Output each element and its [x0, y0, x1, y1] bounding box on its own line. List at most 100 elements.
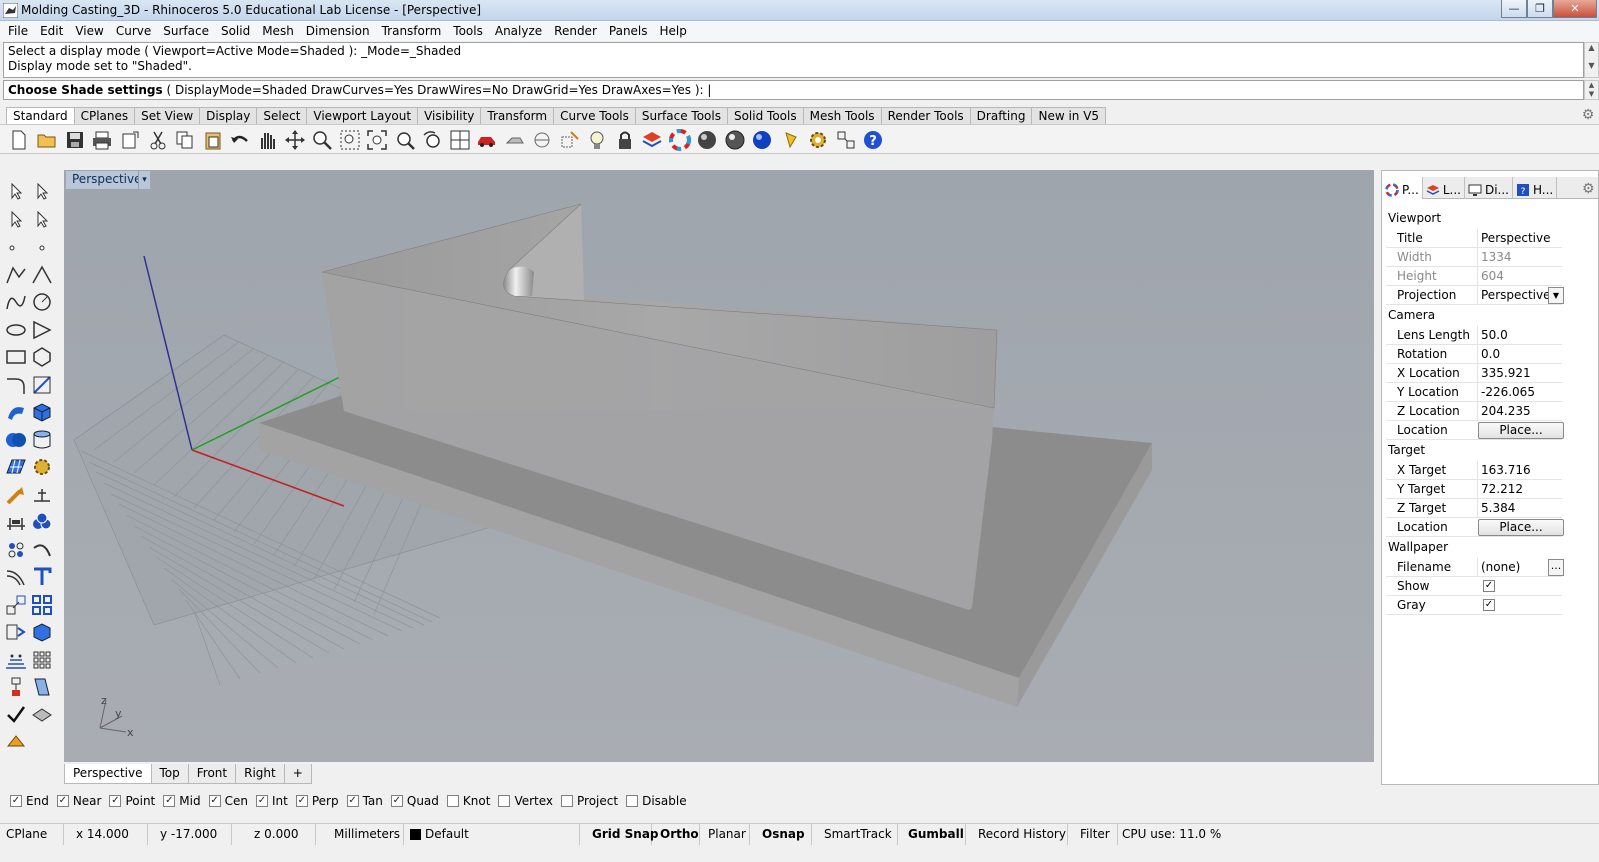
car-icon[interactable] — [476, 129, 498, 151]
rotation-input[interactable]: 0.0 — [1477, 345, 1563, 364]
viewport-tab-right[interactable]: Right — [235, 764, 285, 784]
viewport-tab-perspective[interactable]: Perspective — [64, 764, 152, 784]
osnap-end[interactable]: ✓ End — [10, 791, 49, 811]
snap-icon[interactable] — [559, 129, 581, 151]
menu-transform[interactable]: Transform — [376, 21, 448, 41]
z-location-input[interactable]: 204.235 — [1477, 402, 1563, 421]
rendered-sphere-icon[interactable] — [724, 129, 746, 151]
tab-render-tools[interactable]: Render Tools — [880, 107, 971, 124]
options-gear-icon[interactable] — [807, 129, 829, 151]
array-icon[interactable] — [30, 593, 54, 617]
zoom-extents-icon[interactable] — [366, 129, 388, 151]
tab-cplanes[interactable]: CPlanes — [73, 107, 136, 124]
smarttrack-toggle[interactable]: SmartTrack — [812, 824, 898, 845]
tab-display[interactable]: Display — [199, 107, 258, 124]
osnap-knot-checkbox[interactable] — [446, 795, 459, 807]
z-target-input[interactable]: 5.384 — [1477, 499, 1563, 518]
osnap-vertex[interactable]: Vertex — [498, 791, 553, 811]
tab-select[interactable]: Select — [256, 107, 308, 124]
tab-curve-tools[interactable]: Curve Tools — [553, 107, 636, 124]
cut-icon[interactable] — [147, 129, 169, 151]
panel-tab-layers[interactable]: L... — [1423, 177, 1465, 199]
copy-icon[interactable] — [174, 129, 196, 151]
osnap-disable-checkbox[interactable] — [626, 795, 639, 807]
bend-icon[interactable] — [30, 675, 54, 699]
panel-settings-gear-icon[interactable]: ⚙ — [1582, 181, 1598, 197]
osnap-project-checkbox[interactable] — [561, 795, 574, 807]
line-icon[interactable] — [30, 263, 54, 287]
rhino-app-icon[interactable] — [3, 3, 18, 18]
osnap-near-checkbox[interactable]: ✓ — [56, 795, 69, 807]
grid-array-icon[interactable] — [30, 648, 54, 672]
group-icon[interactable] — [4, 538, 28, 562]
osnap-cen[interactable]: ✓ Cen — [208, 791, 248, 811]
viewport-tab-front[interactable]: Front — [187, 764, 237, 784]
linear-dimension-icon[interactable] — [4, 510, 28, 534]
select-all-icon[interactable] — [4, 208, 28, 232]
panel-tab-display[interactable]: Di... — [1465, 177, 1513, 199]
menu-panels[interactable]: Panels — [603, 21, 654, 41]
menu-tools[interactable]: Tools — [447, 21, 489, 41]
command-prompt-options[interactable]: ( DisplayMode=Shaded DrawCurves=Yes Draw… — [163, 83, 711, 97]
save-icon[interactable] — [64, 129, 86, 151]
y-location-input[interactable]: -226.065 — [1477, 383, 1563, 402]
minimize-button[interactable]: — — [1501, 0, 1527, 18]
contour-icon[interactable] — [4, 648, 28, 672]
undo-icon[interactable] — [229, 129, 251, 151]
restore-button[interactable]: ❐ — [1527, 0, 1553, 18]
grid-snap-toggle[interactable]: Grid Snap — [580, 824, 659, 845]
osnap-project[interactable]: Project — [561, 791, 618, 811]
open-folder-icon[interactable] — [36, 129, 58, 151]
osnap-int[interactable]: ✓ Int — [255, 791, 288, 811]
osnap-quad[interactable]: ✓ Quad — [390, 791, 439, 811]
rectangle-icon[interactable] — [4, 345, 28, 369]
osnap-cen-checkbox[interactable]: ✓ — [208, 795, 221, 807]
osnap-perp-checkbox[interactable]: ✓ — [295, 795, 308, 807]
target-place-button[interactable]: Place... — [1478, 519, 1564, 536]
explode-icon[interactable] — [4, 675, 28, 699]
tab-set-view[interactable]: Set View — [134, 107, 201, 124]
color-wheel-icon[interactable] — [669, 129, 691, 151]
help-icon[interactable]: ? — [862, 129, 884, 151]
gumball-toggle[interactable]: Gumball — [898, 824, 966, 845]
viewport-title-dropdown-icon[interactable]: ▾ — [138, 171, 150, 189]
osnap-perp[interactable]: ✓ Perp — [295, 791, 339, 811]
osnap-toggle[interactable]: Osnap — [750, 824, 812, 845]
select-window-icon[interactable] — [30, 180, 54, 204]
command-prompt-spinner[interactable]: ▲ ▼ — [1584, 80, 1599, 100]
point-icon[interactable] — [4, 236, 28, 260]
planar-toggle[interactable]: Planar — [700, 824, 750, 845]
menu-solid[interactable]: Solid — [215, 21, 256, 41]
fillet-curves-icon[interactable] — [4, 373, 28, 397]
layer-tools-icon[interactable] — [4, 730, 28, 754]
tab-viewport-layout[interactable]: Viewport Layout — [306, 107, 419, 124]
curve-control-points-icon[interactable] — [4, 290, 28, 314]
ortho-toggle[interactable]: Ortho — [652, 824, 700, 845]
tab-transform[interactable]: Transform — [480, 107, 555, 124]
viewport-title[interactable]: Perspective — [66, 171, 148, 189]
prop-value-title[interactable]: Perspective — [1477, 229, 1563, 248]
perspective-viewport[interactable]: z y x Perspective ▾ — [64, 170, 1374, 762]
show-icon[interactable] — [531, 129, 553, 151]
close-button[interactable]: ✕ — [1553, 0, 1597, 18]
paste-icon[interactable] — [202, 129, 224, 151]
text-object-icon[interactable] — [30, 565, 54, 589]
status-cplane[interactable]: CPlane — [0, 824, 64, 845]
four-viewports-icon[interactable] — [449, 129, 471, 151]
move-icon[interactable] — [4, 593, 28, 617]
select-last-icon[interactable] — [30, 208, 54, 232]
copy-to-clipboard-icon[interactable] — [119, 129, 141, 151]
menu-edit[interactable]: Edit — [34, 21, 69, 41]
command-history[interactable]: Select a display mode ( Viewport=Active … — [3, 42, 1584, 78]
lens-length-input[interactable]: 50.0 — [1477, 326, 1563, 345]
circle-icon[interactable] — [30, 290, 54, 314]
add-viewport-tab-button[interactable]: + — [283, 764, 312, 784]
tab-mesh-tools[interactable]: Mesh Tools — [802, 107, 882, 124]
osnap-tan[interactable]: ✓ Tan — [346, 791, 383, 811]
osnap-mid[interactable]: ✓ Mid — [163, 791, 201, 811]
zoom-icon[interactable] — [311, 129, 333, 151]
osnap-int-checkbox[interactable]: ✓ — [255, 795, 268, 807]
dimension-tools-icon[interactable] — [30, 483, 54, 507]
osnap-vertex-checkbox[interactable] — [498, 795, 511, 807]
panel-tab-properties[interactable]: P... — [1382, 177, 1423, 199]
